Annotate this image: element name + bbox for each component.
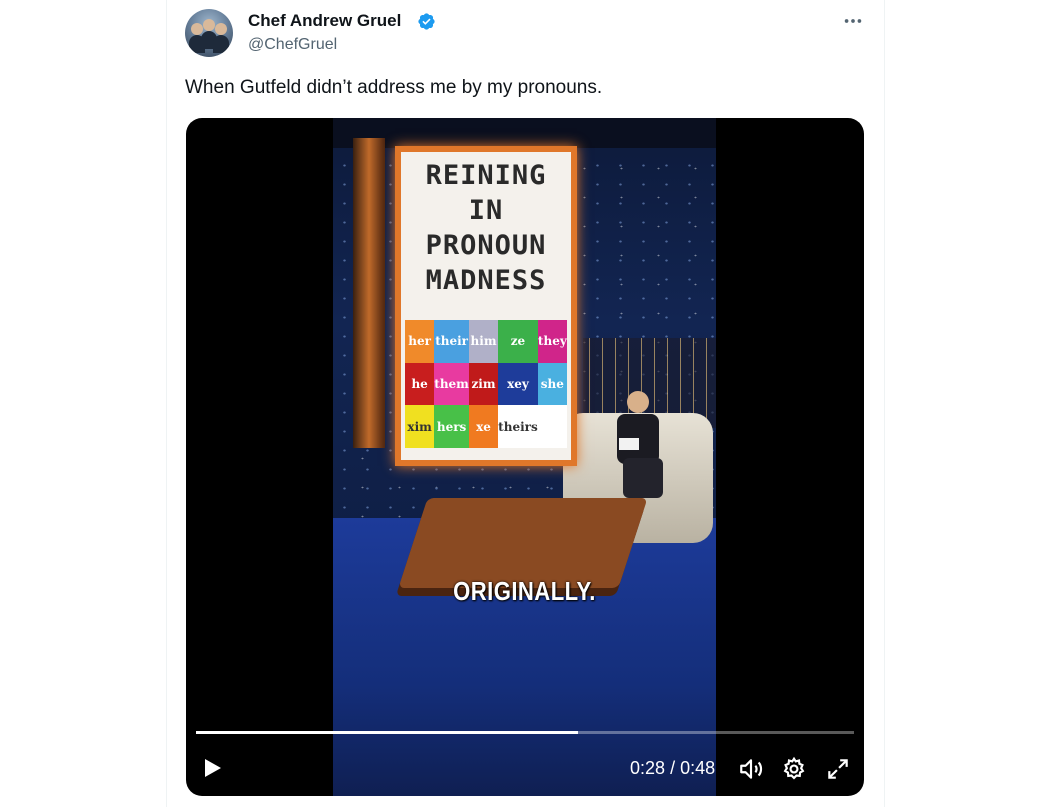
video-progress-fill	[196, 731, 578, 734]
coffee-table	[398, 498, 648, 588]
pronoun-sign: REINING IN PRONOUN MADNESS her their him ze…	[395, 146, 577, 466]
pronoun-cell: zim	[468, 362, 499, 406]
settings-icon[interactable]	[781, 756, 807, 782]
pronoun-cell: their	[434, 320, 469, 363]
author-name[interactable]: Chef Andrew Gruel	[248, 11, 401, 31]
author-avatar[interactable]	[185, 9, 233, 57]
current-time: 0:28	[630, 758, 666, 778]
pronoun-cell: them	[434, 362, 469, 406]
video-frame: REINING IN PRONOUN MADNESS her their him ze…	[333, 118, 716, 796]
more-options-icon[interactable]	[842, 10, 864, 32]
sign-title-line-1: REINING IN	[425, 160, 547, 226]
duration: 0:48	[680, 758, 716, 778]
tweet-text: When Gutfeld didn’t address me by my pro…	[185, 77, 603, 98]
video-progress-bar[interactable]	[196, 731, 854, 734]
time-separator: /	[670, 758, 676, 778]
pronoun-cell: xe	[468, 405, 499, 448]
pronoun-cell: ze	[498, 320, 538, 363]
pronoun-cell: they	[537, 320, 567, 363]
video-time: 0:28 / 0:48	[630, 758, 715, 779]
pronoun-cell: hers	[434, 405, 469, 448]
verified-badge-icon	[418, 13, 435, 30]
play-icon[interactable]	[200, 756, 224, 780]
pronoun-cell	[537, 405, 567, 448]
pronoun-cell: her	[405, 320, 435, 363]
pronoun-cell: xey	[498, 362, 538, 406]
pronoun-cell: him	[468, 320, 499, 363]
author-handle[interactable]: @ChefGruel	[248, 36, 337, 54]
video-caption: ORIGINALLY.	[453, 576, 596, 606]
pronoun-cell: theirs	[498, 405, 538, 448]
video-player[interactable]: REINING IN PRONOUN MADNESS her their him ze…	[186, 118, 864, 796]
fullscreen-icon[interactable]	[825, 756, 851, 782]
volume-icon[interactable]	[738, 756, 764, 782]
pronoun-cell: xim	[405, 405, 435, 448]
sign-title-line-3: MADNESS	[425, 265, 547, 296]
pronoun-cell: he	[405, 362, 435, 406]
sign-title-line-2: PRONOUN	[425, 230, 547, 261]
pronoun-grid: her their him ze they he them zim xey she xim hers x…	[405, 320, 567, 448]
host-figure	[617, 391, 663, 498]
pronoun-cell: she	[537, 362, 567, 406]
